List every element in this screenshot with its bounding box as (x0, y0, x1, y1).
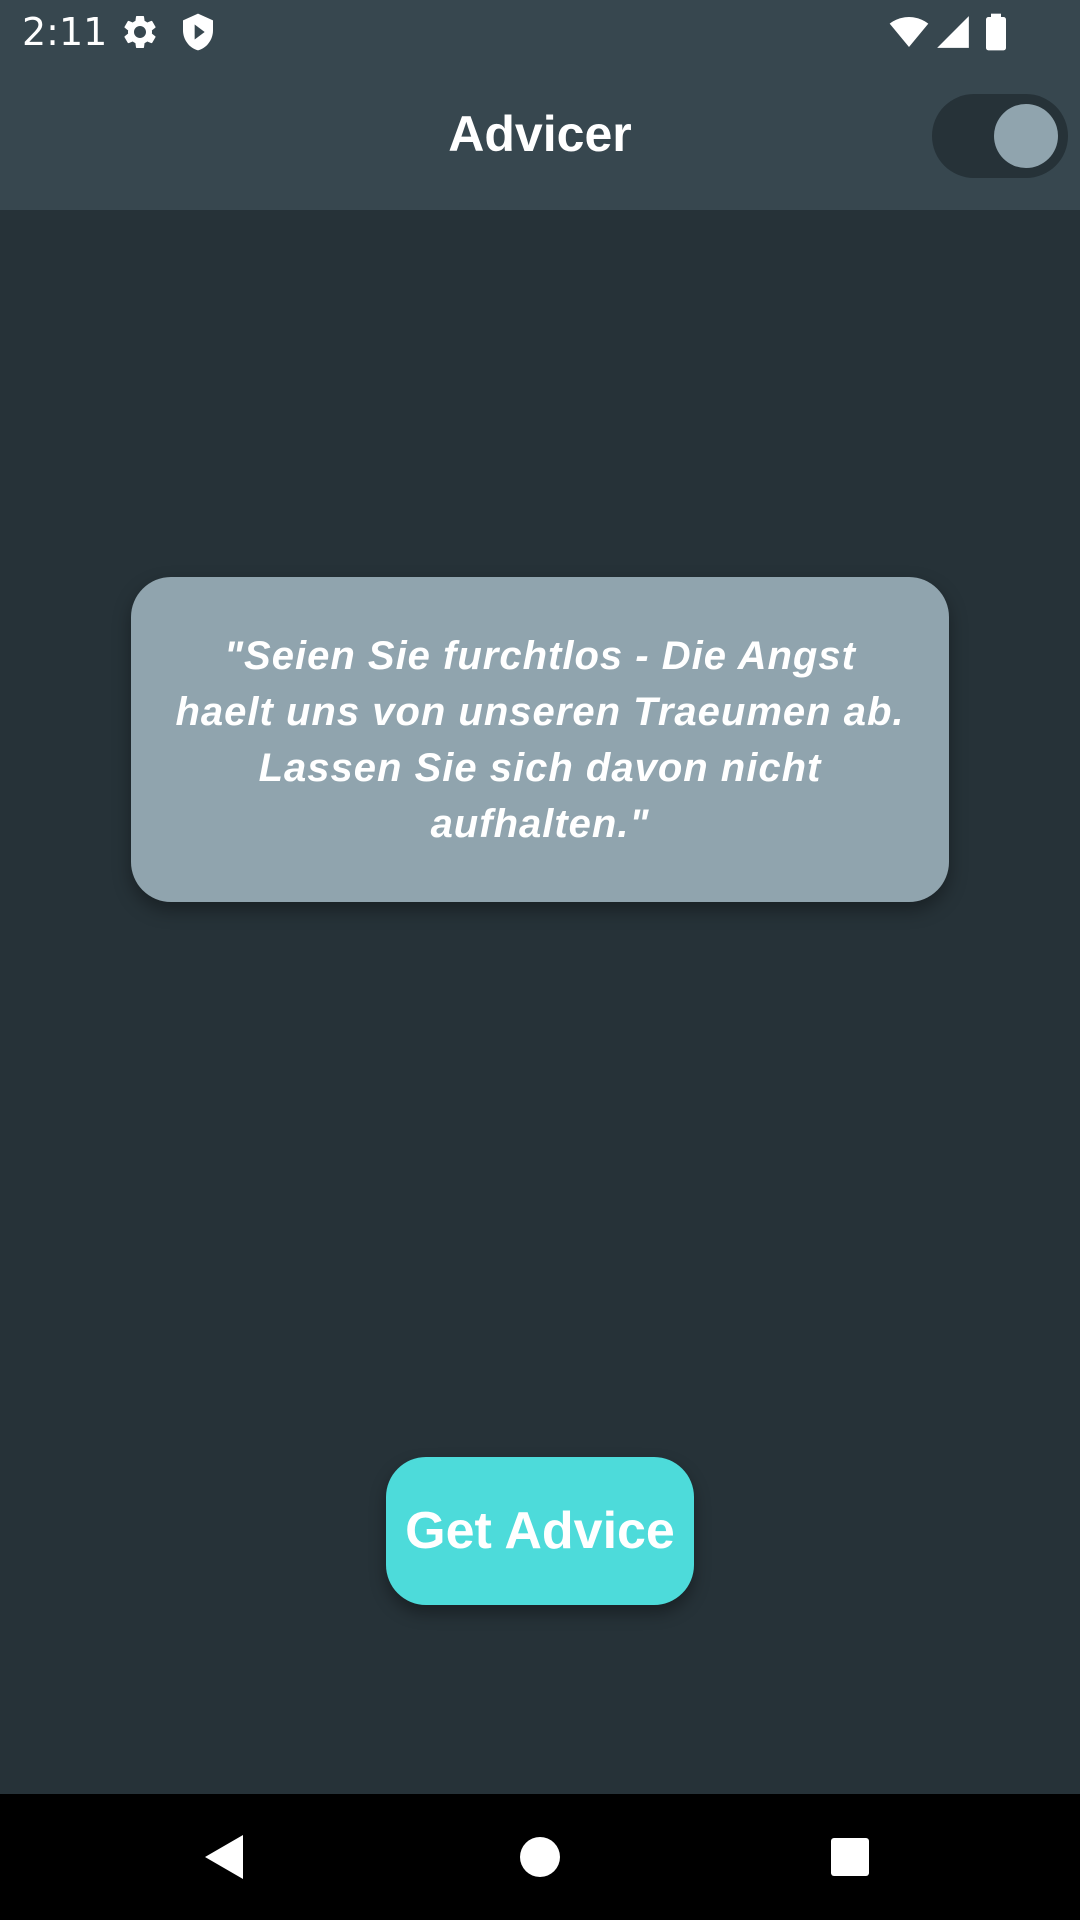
recents-button[interactable] (810, 1817, 890, 1897)
app-title: Advicer (448, 106, 632, 162)
status-bar: 2:11 (0, 0, 1080, 64)
advice-text: "Seien Sie furchtlos - Die Angst haelt u… (175, 633, 905, 846)
wifi-icon (889, 17, 929, 47)
toggle-knob (994, 104, 1058, 168)
theme-toggle[interactable] (932, 94, 1068, 178)
back-button[interactable] (185, 1817, 265, 1897)
status-time: 2:11 (22, 10, 108, 54)
app-bar: Advicer (0, 64, 1080, 210)
recents-icon (831, 1838, 869, 1876)
home-button[interactable] (500, 1817, 580, 1897)
get-advice-button[interactable]: Get Advice (386, 1457, 694, 1605)
shield-icon (183, 13, 213, 51)
navigation-bar (0, 1794, 1080, 1920)
back-icon (205, 1835, 243, 1879)
battery-icon (986, 13, 1006, 51)
get-advice-label: Get Advice (405, 1502, 675, 1560)
advice-card: "Seien Sie furchtlos - Die Angst haelt u… (131, 577, 949, 902)
signal-icon (937, 16, 969, 48)
home-icon (520, 1837, 560, 1877)
gear-icon (124, 16, 156, 48)
